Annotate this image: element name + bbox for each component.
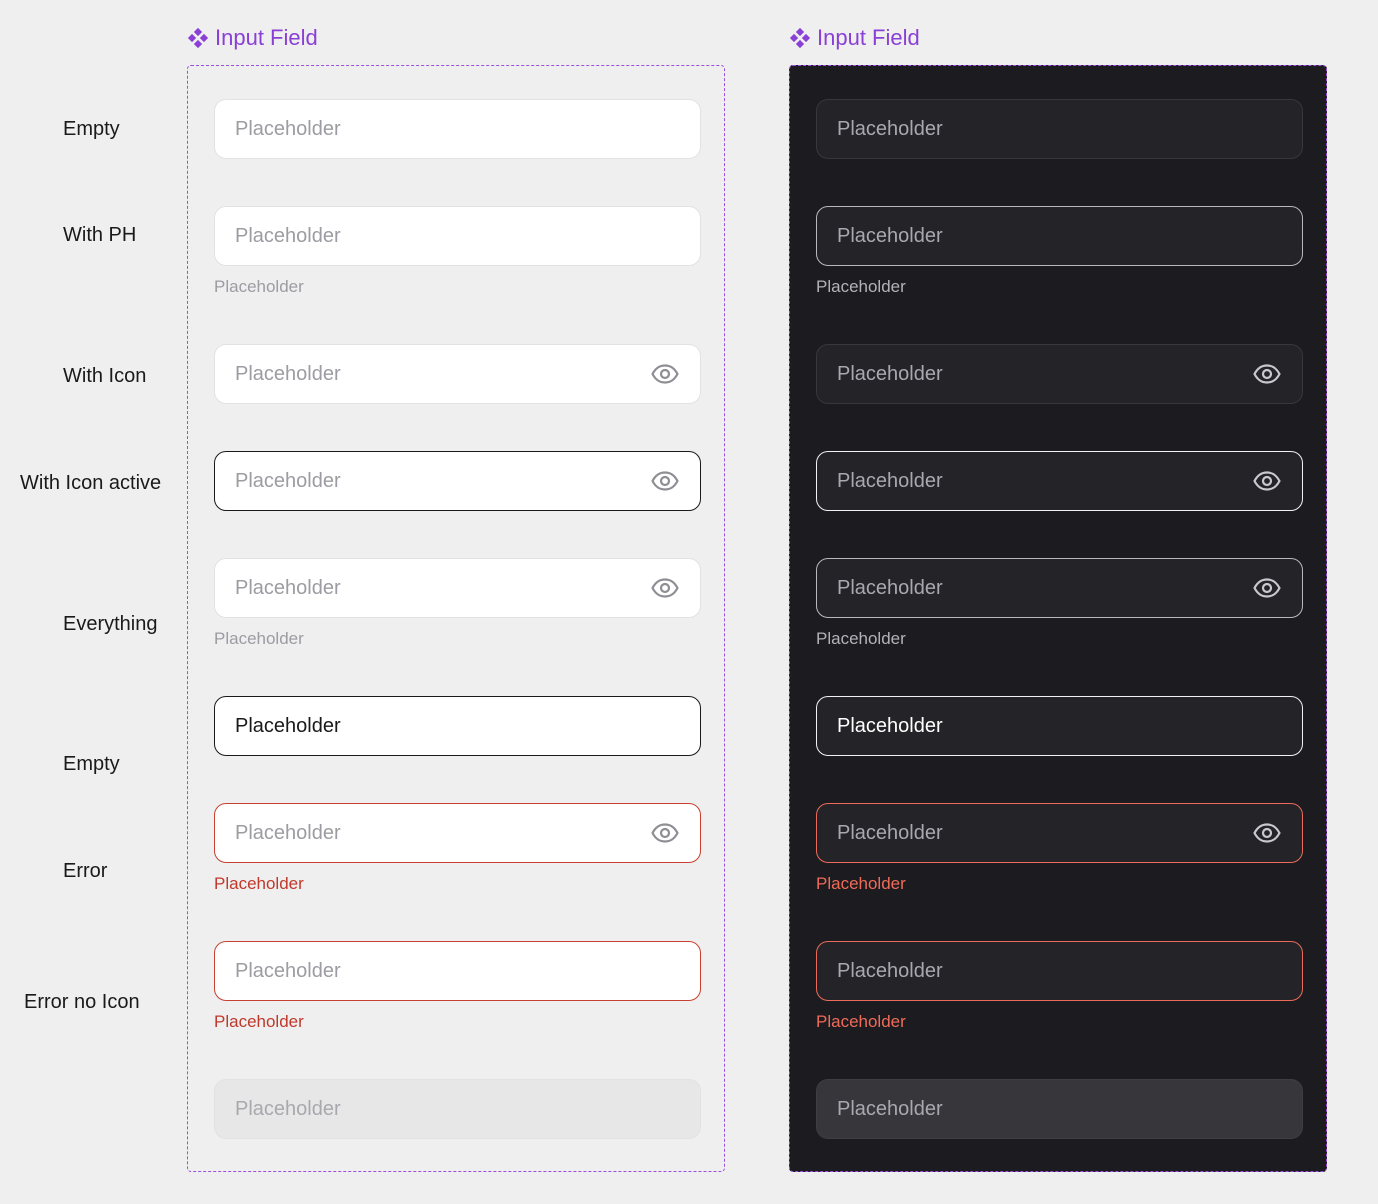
input-placeholder: Placeholder xyxy=(235,362,341,385)
input-placeholder: Placeholder xyxy=(235,1097,341,1120)
input-placeholder: Placeholder xyxy=(837,576,943,599)
input-value: Placeholder xyxy=(235,714,341,737)
input-error-no-icon[interactable]: Placeholder xyxy=(816,941,1303,1001)
eye-icon[interactable] xyxy=(650,466,680,496)
input-empty[interactable]: Placeholder xyxy=(816,99,1303,159)
input-everything[interactable]: Placeholder xyxy=(816,558,1303,618)
row-label-error: Error xyxy=(63,860,108,882)
input-disabled: Placeholder xyxy=(816,1079,1303,1139)
input-placeholder: Placeholder xyxy=(837,117,943,140)
input-placeholder: Placeholder xyxy=(235,117,341,140)
frame-title-dark: Input Field xyxy=(789,24,920,52)
input-placeholder: Placeholder xyxy=(837,1097,943,1120)
row-label-empty: Empty xyxy=(63,118,120,140)
eye-icon[interactable] xyxy=(1252,573,1282,603)
input-error[interactable]: Placeholder xyxy=(816,803,1303,863)
helper-text: Placeholder xyxy=(816,277,906,296)
input-filled[interactable]: Placeholder xyxy=(816,696,1303,756)
input-value: Placeholder xyxy=(837,714,943,737)
error-message: Placeholder xyxy=(214,1012,304,1031)
helper-text: Placeholder xyxy=(816,629,906,648)
input-error[interactable]: Placeholder xyxy=(214,803,701,863)
eye-icon[interactable] xyxy=(1252,818,1282,848)
row-label-with-ph: With PH xyxy=(63,224,137,246)
input-with-ph[interactable]: Placeholder xyxy=(816,206,1303,266)
frame-title-text: Input Field xyxy=(215,25,318,50)
input-placeholder: Placeholder xyxy=(235,959,341,982)
input-placeholder: Placeholder xyxy=(235,821,341,844)
error-message: Placeholder xyxy=(816,1012,906,1031)
input-with-icon[interactable]: Placeholder xyxy=(214,344,701,404)
input-placeholder: Placeholder xyxy=(837,224,943,247)
input-with-icon-active[interactable]: Placeholder xyxy=(214,451,701,511)
input-placeholder: Placeholder xyxy=(837,821,943,844)
frame-title-light: Input Field xyxy=(187,24,318,52)
input-empty[interactable]: Placeholder xyxy=(214,99,701,159)
error-message: Placeholder xyxy=(214,874,304,893)
helper-text: Placeholder xyxy=(214,277,304,296)
component-diamond-icon xyxy=(187,27,209,49)
input-placeholder: Placeholder xyxy=(235,576,341,599)
input-everything[interactable]: Placeholder xyxy=(214,558,701,618)
helper-text: Placeholder xyxy=(214,629,304,648)
error-message: Placeholder xyxy=(816,874,906,893)
eye-icon[interactable] xyxy=(650,573,680,603)
row-label-everything: Everything xyxy=(63,613,158,635)
input-with-icon-active[interactable]: Placeholder xyxy=(816,451,1303,511)
row-label-error-no-icon: Error no Icon xyxy=(24,991,140,1013)
eye-icon[interactable] xyxy=(1252,466,1282,496)
input-placeholder: Placeholder xyxy=(837,959,943,982)
input-error-no-icon[interactable]: Placeholder xyxy=(214,941,701,1001)
input-with-ph[interactable]: Placeholder xyxy=(214,206,701,266)
component-diamond-icon xyxy=(789,27,811,49)
input-disabled: Placeholder xyxy=(214,1079,701,1139)
input-placeholder: Placeholder xyxy=(235,224,341,247)
input-with-icon[interactable]: Placeholder xyxy=(816,344,1303,404)
input-placeholder: Placeholder xyxy=(837,362,943,385)
eye-icon[interactable] xyxy=(650,818,680,848)
frame-title-text: Input Field xyxy=(817,25,920,50)
input-field-frame-light: Placeholder Placeholder Placeholder Plac… xyxy=(187,65,725,1172)
input-filled[interactable]: Placeholder xyxy=(214,696,701,756)
eye-icon[interactable] xyxy=(1252,359,1282,389)
input-placeholder: Placeholder xyxy=(837,469,943,492)
row-label-with-icon: With Icon xyxy=(63,365,147,387)
input-placeholder: Placeholder xyxy=(235,469,341,492)
row-label-empty-filled: Empty xyxy=(63,753,120,775)
eye-icon[interactable] xyxy=(650,359,680,389)
row-label-with-icon-active: With Icon active xyxy=(20,472,162,494)
input-field-frame-dark: Placeholder Placeholder Placeholder Plac… xyxy=(789,65,1327,1172)
